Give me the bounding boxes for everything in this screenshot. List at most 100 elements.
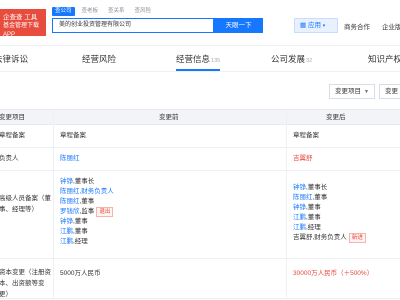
list-item: 陈丽红,董事 bbox=[60, 197, 114, 207]
list-item: 江鹏,经理 bbox=[60, 237, 114, 247]
role-text: ,经理 bbox=[73, 238, 88, 245]
person-link[interactable]: 钟铮 bbox=[60, 218, 73, 225]
chevron-down-icon: ▼ bbox=[364, 89, 369, 95]
list-item: 罗钱欣,监事 退出 bbox=[60, 207, 114, 217]
change-percent: （＋500%） bbox=[337, 270, 374, 277]
person-link[interactable]: 钟铮 bbox=[60, 178, 73, 185]
role-text: ,董事 bbox=[79, 198, 95, 205]
status-badge: 新进 bbox=[348, 233, 366, 243]
role-text: ,财务负责人 bbox=[312, 234, 347, 241]
change-item: 高级人员备案（董事、经理等） bbox=[0, 195, 51, 213]
change-item: 资本变更（注册资本、出资额等变更） bbox=[0, 269, 51, 298]
search-type-tabs: 查公司 查老板 查关系 查风险 bbox=[52, 7, 154, 16]
column-header-after: 变更后 bbox=[326, 114, 346, 121]
nav-enterprise-edition[interactable]: 企业版 bbox=[382, 21, 400, 31]
column-header-item: 变更项目 bbox=[0, 114, 25, 121]
list-item: 江鹏,董事 bbox=[293, 213, 366, 223]
tab-business-info[interactable]: 经营信息135 bbox=[176, 46, 221, 72]
table-row: 负责人 陈丽红 吉翼舒 bbox=[0, 148, 400, 171]
brand-logo[interactable]: 企查查 工具 基金管理下载APP bbox=[0, 9, 46, 38]
logo-line-2: 基金管理下载APP bbox=[3, 23, 40, 38]
person-link[interactable]: 陈丽红 bbox=[60, 188, 80, 195]
person-link[interactable]: 陈丽红 bbox=[293, 194, 313, 201]
list-item: 钟铮,董事 bbox=[293, 203, 366, 213]
apps-icon: ▦ bbox=[300, 22, 307, 29]
table-header: 变更项目 变更前 变更后 bbox=[0, 109, 400, 125]
before-value: 章程备案 bbox=[60, 132, 86, 139]
role-text: ,财务负责人 bbox=[79, 188, 114, 195]
person-link[interactable]: 江鹏 bbox=[293, 214, 306, 221]
search-tab-risk[interactable]: 查风险 bbox=[132, 7, 155, 16]
tab-business-risk[interactable]: 经营风险 bbox=[82, 46, 116, 72]
chevron-down-icon: ▾ bbox=[322, 23, 326, 29]
change-records-table: 变更项目 变更前 变更后 章程备案 章程备案 章程备案 负责人 陈丽红 吉翼舒 … bbox=[0, 109, 400, 299]
apps-label: 应用 bbox=[307, 22, 321, 29]
search-tab-relation[interactable]: 查关系 bbox=[105, 7, 128, 16]
after-amount: 30000万人民币 bbox=[293, 270, 338, 277]
change-item-filter[interactable]: 变更项目 ▼ bbox=[329, 84, 375, 99]
list-item: 陈丽红,董事 bbox=[293, 193, 366, 203]
person-link[interactable]: 钟铮 bbox=[293, 204, 306, 211]
role-text: ,董事 bbox=[312, 194, 328, 201]
before-person-list: 钟铮,董事长 陈丽红,财务负责人 陈丽红,董事 罗钱欣,监事 退出 钟铮,董事 江… bbox=[60, 177, 114, 247]
table-row: 高级人员备案（董事、经理等） 钟铮,董事长 陈丽红,财务负责人 陈丽红,董事 罗… bbox=[0, 171, 400, 259]
search-tab-company[interactable]: 查公司 bbox=[52, 7, 75, 16]
tab-label: 公司发展 bbox=[271, 54, 306, 64]
change-filter[interactable]: 变更 bbox=[379, 84, 400, 99]
column-divider bbox=[53, 109, 54, 299]
nav-business-cooperation[interactable]: 商务合作 bbox=[344, 21, 370, 31]
logo-line-1: 企查查 工具 bbox=[3, 14, 38, 21]
column-divider bbox=[286, 109, 287, 299]
change-item: 章程备案 bbox=[0, 132, 25, 139]
role-text: ,董事 bbox=[73, 218, 88, 225]
tab-legal-litigation[interactable]: 法律诉讼 bbox=[0, 46, 28, 72]
column-header-before: 变更前 bbox=[159, 114, 179, 121]
person-link[interactable]: 吉翼舒 bbox=[293, 234, 313, 241]
list-item: 江鹏,经理 bbox=[293, 223, 366, 233]
tab-company-development[interactable]: 公司发展32 bbox=[271, 46, 312, 72]
tab-label: 经营信息 bbox=[176, 54, 211, 64]
list-item: 陈丽红,财务负责人 bbox=[60, 187, 114, 197]
role-text: ,董事 bbox=[306, 204, 321, 211]
before-value-person-link[interactable]: 陈丽红 bbox=[60, 154, 80, 164]
person-link[interactable]: 江鹏 bbox=[293, 224, 306, 231]
tab-label: 知识产权 bbox=[368, 54, 400, 64]
filter-label: 变更项目 bbox=[335, 88, 361, 95]
tab-count: 32 bbox=[306, 58, 313, 64]
list-item: 钟铮,董事 bbox=[60, 217, 114, 227]
role-text: ,董事 bbox=[73, 228, 88, 235]
tab-count: 135 bbox=[211, 58, 221, 64]
person-link[interactable]: 江鹏 bbox=[60, 228, 73, 235]
search-button[interactable]: 天眼一下 bbox=[214, 18, 263, 33]
role-text: ,董事长 bbox=[306, 184, 328, 191]
person-link[interactable]: 江鹏 bbox=[60, 238, 73, 245]
after-value: 30000万人民币（＋500%） bbox=[293, 269, 373, 279]
tab-label: 经营风险 bbox=[82, 54, 117, 64]
role-text: ,经理 bbox=[306, 224, 321, 231]
role-text: ,董事长 bbox=[73, 178, 95, 185]
tab-intellectual-property[interactable]: 知识产权 bbox=[368, 46, 400, 72]
person-link[interactable]: 钟铮 bbox=[293, 184, 306, 191]
list-item: 吉翼舒,财务负责人 新进 bbox=[293, 233, 366, 243]
after-person-list: 钟铮,董事长 陈丽红,董事 钟铮,董事 江鹏,董事 江鹏,经理 吉翼舒,财务负责… bbox=[293, 183, 366, 243]
table-row: 章程备案 章程备案 章程备案 bbox=[0, 125, 400, 148]
change-item: 负责人 bbox=[0, 155, 19, 162]
person-link[interactable]: 陈丽红 bbox=[60, 198, 80, 205]
category-tabs: 法律诉讼 经营风险 经营信息135 公司发展32 知识产权 bbox=[0, 45, 400, 72]
apps-button[interactable]: ▦ 应用 ▾ bbox=[294, 18, 338, 33]
after-value-person-link[interactable]: 吉翼舒 bbox=[293, 154, 313, 164]
after-value: 章程备案 bbox=[293, 132, 319, 139]
list-item: 江鹏,董事 bbox=[60, 227, 114, 237]
role-text: ,董事 bbox=[306, 214, 321, 221]
search-tab-boss[interactable]: 查老板 bbox=[79, 7, 102, 16]
tab-label: 法律诉讼 bbox=[0, 54, 29, 64]
list-item: 钟铮,董事长 bbox=[60, 177, 114, 187]
filter-label: 变更 bbox=[385, 88, 398, 95]
before-value: 5000万人民币 bbox=[60, 270, 101, 277]
filter-bar: 变更项目 ▼ 变更 bbox=[0, 72, 400, 108]
status-badge: 退出 bbox=[96, 207, 114, 217]
search-input[interactable]: 美的创业投资管理有限公司 bbox=[52, 18, 214, 33]
person-link[interactable]: 罗钱欣 bbox=[60, 208, 80, 215]
role-text: ,监事 bbox=[79, 208, 95, 215]
table-row: 资本变更（注册资本、出资额等变更） 5000万人民币 30000万人民币（＋50… bbox=[0, 259, 400, 299]
